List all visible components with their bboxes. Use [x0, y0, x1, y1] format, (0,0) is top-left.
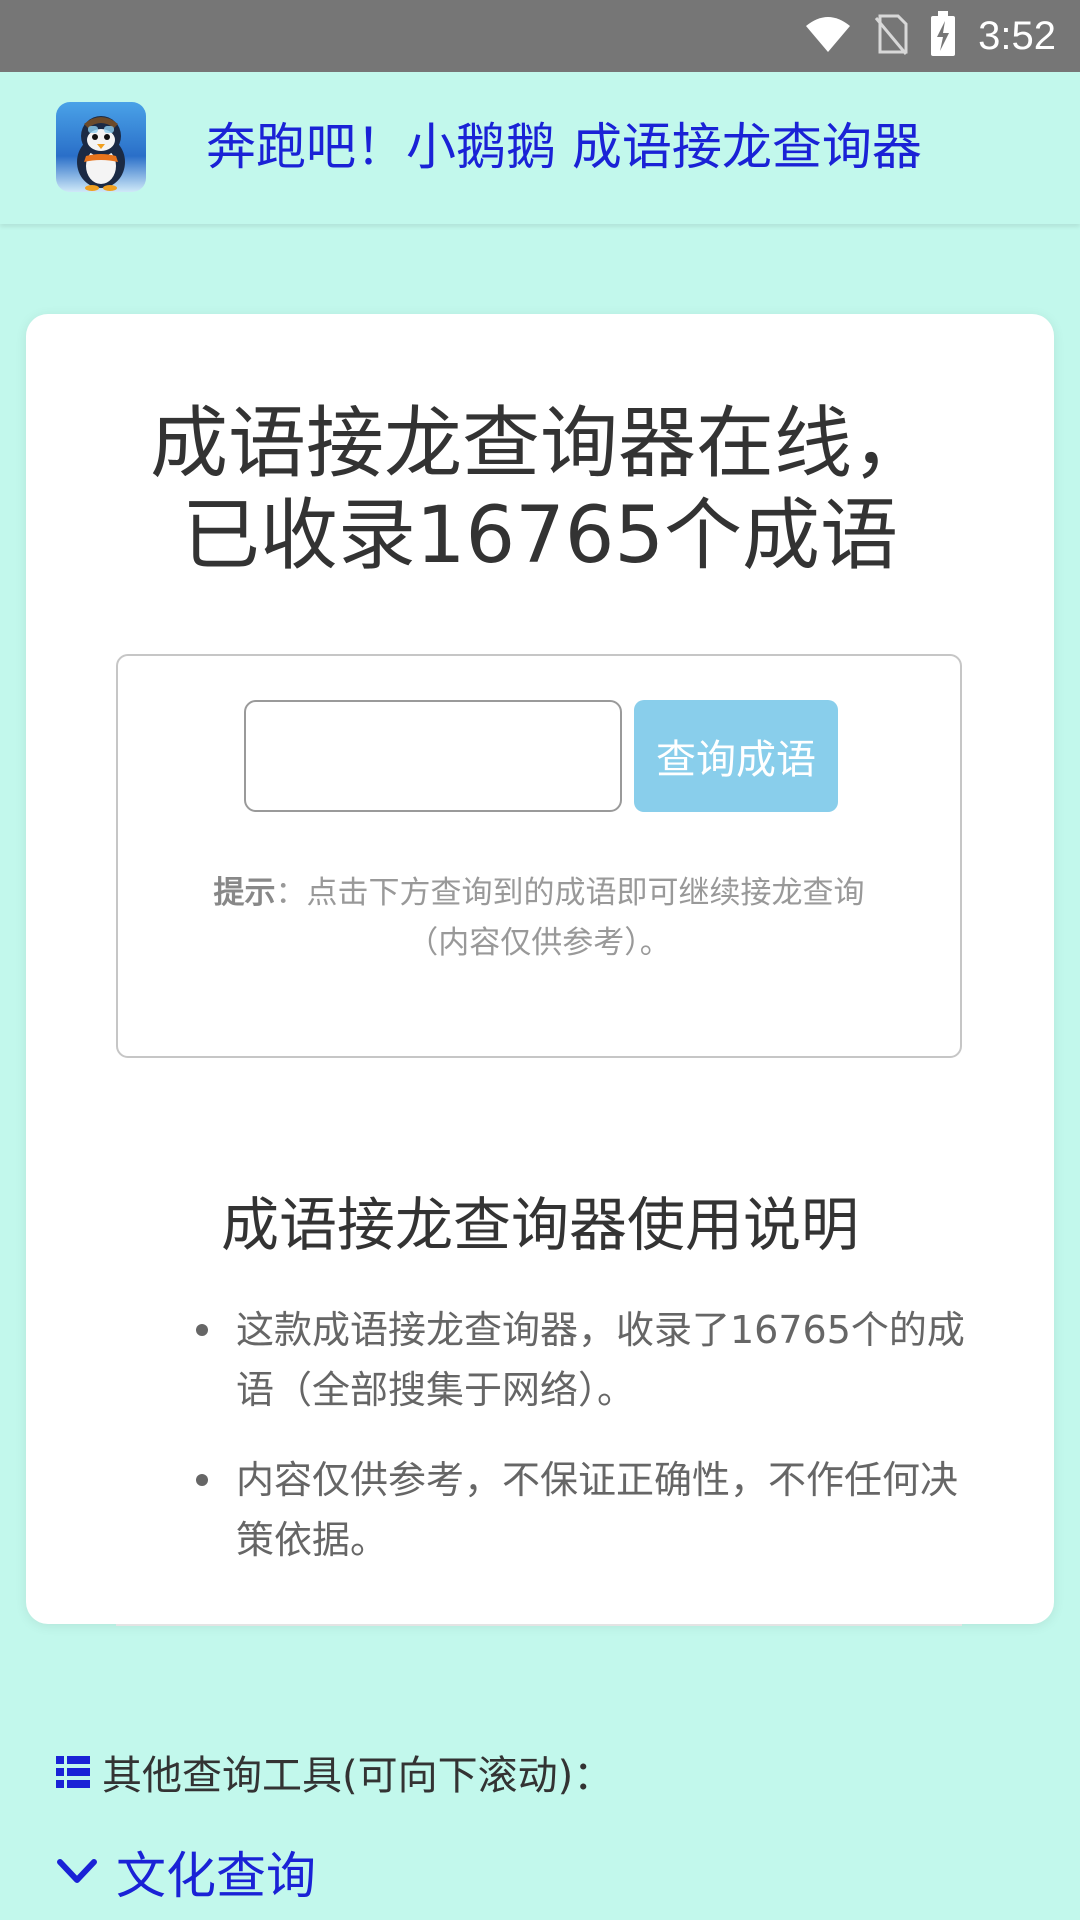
no-sim-icon [874, 12, 908, 60]
hint-text-2: （内容仅供参考）。 [407, 925, 671, 961]
battery-charging-icon [930, 11, 956, 61]
usage-item-text: 这款成语接龙查询器，收录了16765个的成语（全部搜集于网络）。 [236, 1308, 965, 1412]
hint-label: 提示 [213, 875, 276, 911]
category-label: 文化查询 [116, 1847, 316, 1905]
app-header: 奔跑吧！小鹅鹅 成语接龙查询器 [0, 72, 1080, 224]
list-icon [56, 1756, 90, 1788]
search-panel: 查询成语 提示：点击下方查询到的成语即可继续接龙查询 （内容仅供参考）。 [116, 654, 962, 1058]
hint-text: ：点击下方查询到的成语即可继续接龙查询 [275, 875, 865, 911]
query-idiom-button[interactable]: 查询成语 [634, 700, 838, 812]
bullet-icon [196, 1324, 208, 1336]
usage-item: 内容仅供参考，不保证正确性，不作任何决策依据。 [196, 1450, 986, 1570]
page-title: 成语接龙查询器在线， 已收录16765个成语 [26, 398, 1054, 582]
main-card: 成语接龙查询器在线， 已收录16765个成语 查询成语 提示：点击下方查询到的成… [26, 314, 1054, 1626]
status-bar: 3:52 [0, 0, 1080, 72]
bullet-icon [196, 1474, 208, 1486]
heading-line-2: 已收录16765个成语 [181, 491, 899, 581]
other-tools-text: 其他查询工具(可向下滚动)： [102, 1753, 614, 1799]
clock: 3:52 [978, 13, 1056, 58]
usage-list: 这款成语接龙查询器，收录了16765个的成语（全部搜集于网络）。 内容仅供参考，… [196, 1300, 986, 1600]
usage-title: 成语接龙查询器使用说明 [220, 1191, 859, 1259]
heading-line-1: 成语接龙查询器在线， [149, 399, 930, 489]
status-icons: 3:52 [804, 0, 1056, 72]
search-hint: 提示：点击下方查询到的成语即可继续接龙查询 （内容仅供参考）。 [118, 868, 960, 968]
wifi-icon [804, 14, 852, 58]
app-title[interactable]: 奔跑吧！小鹅鹅 成语接龙查询器 [206, 102, 922, 192]
divider [116, 1624, 962, 1626]
category-culture-query[interactable]: 文化查询 [56, 1840, 316, 1905]
chevron-down-icon [56, 1858, 98, 1886]
idiom-search-input[interactable] [244, 700, 622, 812]
other-tools-label: 其他查询工具(可向下滚动)： [56, 1746, 614, 1799]
usage-item: 这款成语接龙查询器，收录了16765个的成语（全部搜集于网络）。 [196, 1300, 986, 1420]
penguin-logo-icon[interactable] [56, 102, 146, 192]
usage-item-text: 内容仅供参考，不保证正确性，不作任何决策依据。 [236, 1458, 959, 1562]
